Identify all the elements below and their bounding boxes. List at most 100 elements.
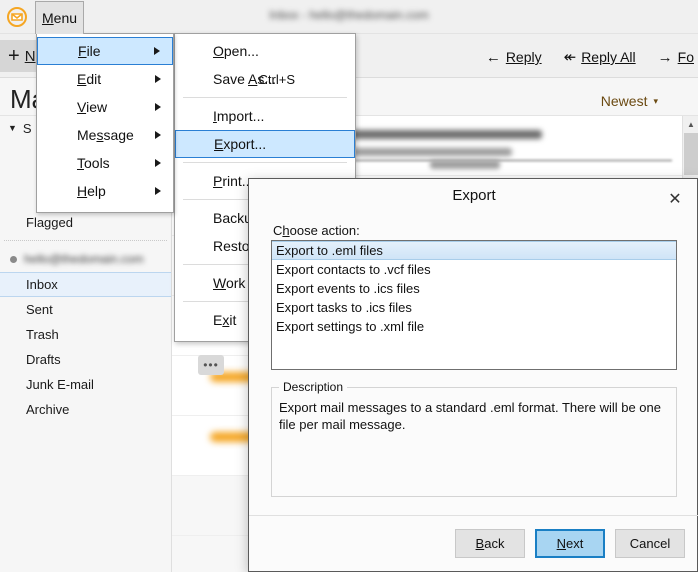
menu-item-help[interactable]: Help	[37, 177, 173, 205]
sidebar-item-label: Inbox	[26, 277, 58, 292]
listbox-option-settings-xml[interactable]: Export settings to .xml file	[272, 317, 676, 336]
listbox-option-events-ics[interactable]: Export events to .ics files	[272, 279, 676, 298]
scroll-up-icon[interactable]: ▲	[683, 116, 698, 133]
menu-item-message[interactable]: Message	[37, 121, 173, 149]
scrollbar-thumb[interactable]	[684, 133, 698, 175]
back-button[interactable]: Back	[455, 529, 525, 558]
description-text: Export mail messages to a standard .eml …	[279, 400, 661, 432]
message-meta-blur	[430, 160, 500, 169]
reply-all-arrow-icon: ↞	[563, 49, 577, 66]
export-dialog: Export ✕ Choose action: Export to .eml f…	[248, 178, 698, 572]
more-options-button[interactable]: •••	[198, 355, 224, 375]
new-message-label: N	[24, 47, 36, 65]
menu-item-view[interactable]: View	[37, 93, 173, 121]
sidebar-item-junk-email[interactable]: Junk E-mail	[0, 372, 171, 397]
reply-all-label: Reply All	[581, 49, 636, 65]
dialog-title: Export	[452, 187, 496, 204]
menu-item-file[interactable]: File	[37, 37, 173, 65]
menu-item-label: Edit	[77, 71, 102, 87]
listbox-option-label: Export contacts to .vcf files	[276, 262, 431, 277]
submenu-arrow-icon	[154, 47, 160, 55]
menu-item-tools[interactable]: Tools	[37, 149, 173, 177]
next-button[interactable]: Next	[535, 529, 605, 558]
listbox-option-label: Export tasks to .ics files	[276, 300, 412, 315]
submenu-arrow-icon	[155, 103, 161, 111]
submenu-arrow-icon	[155, 75, 161, 83]
cancel-button[interactable]: Cancel	[615, 529, 685, 558]
menu-item-label: Import...	[213, 108, 265, 124]
submenu-arrow-icon	[155, 159, 161, 167]
sidebar-item-trash[interactable]: Trash	[0, 322, 171, 347]
sort-order-label: Newest	[600, 93, 648, 109]
sidebar-divider	[4, 240, 167, 241]
app-titlebar: Inbox - hello@thedomain.com	[0, 0, 698, 34]
listbox-option-eml[interactable]: Export to .eml files	[272, 241, 676, 260]
listbox-option-label: Export settings to .xml file	[276, 319, 425, 334]
plus-icon: +	[8, 45, 20, 67]
sort-order-dropdown[interactable]: Newest ▾	[601, 93, 658, 109]
menu-item-save-as[interactable]: Save As... Ctrl+S	[175, 65, 355, 93]
submenu-arrow-icon	[155, 187, 161, 195]
reply-all-button[interactable]: ↞ Reply All	[564, 48, 636, 66]
menu-item-export[interactable]: Export...	[175, 130, 355, 158]
next-button-label: Next	[556, 536, 584, 551]
sidebar-item-label: Junk E-mail	[26, 377, 94, 392]
sidebar-item-flagged[interactable]: Flagged	[0, 210, 171, 235]
chevron-down-icon: ▾	[653, 95, 658, 106]
listbox-option-tasks-ics[interactable]: Export tasks to .ics files	[272, 298, 676, 317]
menu-separator	[183, 97, 347, 98]
sidebar-item-sent[interactable]: Sent	[0, 297, 171, 322]
main-menu-popup: File Edit View Message Tools Help	[36, 33, 174, 213]
action-listbox[interactable]: Export to .eml files Export contacts to …	[271, 240, 677, 370]
menu-item-label: File	[78, 43, 101, 59]
description-group-title: Description	[279, 380, 348, 394]
forward-arrow-icon: →	[657, 48, 673, 66]
menu-item-label: Help	[77, 183, 106, 199]
reply-label: Reply	[505, 49, 542, 65]
listbox-option-label: Export events to .ics files	[276, 281, 420, 296]
account-status-dot-icon	[10, 255, 17, 263]
reply-button[interactable]: ← Reply	[486, 49, 542, 66]
menu-separator	[183, 162, 347, 163]
dialog-footer-separator	[249, 515, 698, 516]
sidebar-item-label: Flagged	[26, 215, 73, 230]
back-button-label: Back	[475, 536, 505, 551]
dialog-button-row: Back Next Cancel	[455, 529, 685, 558]
cancel-button-label: Cancel	[629, 536, 671, 551]
menu-button-label: Menu	[41, 10, 78, 26]
sidebar-account-row[interactable]: hello@thedomain.com	[0, 246, 171, 272]
menu-item-label: Exit	[213, 312, 237, 328]
menu-item-label: Message	[77, 127, 134, 143]
app-root: Inbox - hello@thedomain.com + N ← Reply …	[0, 0, 698, 572]
submenu-arrow-icon	[155, 131, 161, 139]
menu-item-label: Open...	[213, 43, 259, 59]
menu-item-label: Tools	[77, 155, 110, 171]
window-title: Inbox - hello@thedomain.com	[269, 8, 429, 22]
reply-arrow-icon: ←	[485, 48, 501, 66]
sidebar-item-archive[interactable]: Archive	[0, 397, 171, 422]
sidebar-item-drafts[interactable]: Drafts	[0, 347, 171, 372]
menu-item-shortcut: Ctrl+S	[258, 71, 295, 87]
sidebar-item-label: Archive	[26, 402, 70, 417]
menu-button[interactable]: Menu	[35, 1, 84, 34]
sidebar-item-label: Sent	[26, 302, 53, 317]
account-email-label: hello@thedomain.com	[24, 252, 144, 266]
menu-item-import[interactable]: Import...	[175, 102, 355, 130]
chevron-down-icon: ▼	[8, 123, 17, 133]
close-icon[interactable]: ✕	[665, 189, 685, 209]
listbox-option-label: Export to .eml files	[276, 243, 383, 258]
forward-label: Fo	[677, 49, 694, 65]
forward-button[interactable]: → Fo	[658, 49, 694, 66]
menu-item-label: Export...	[214, 136, 267, 152]
choose-action-label: Choose action:	[273, 223, 360, 238]
listbox-option-vcf[interactable]: Export contacts to .vcf files	[272, 260, 676, 279]
sidebar-item-label: Trash	[26, 327, 59, 342]
menu-item-open[interactable]: Open...	[175, 37, 355, 65]
menu-item-label: View	[77, 99, 108, 115]
menu-item-label: Work	[213, 275, 246, 291]
menu-item-edit[interactable]: Edit	[37, 65, 173, 93]
message-actions: ← Reply ↞ Reply All → Fo	[486, 46, 698, 68]
sidebar-item-label: Drafts	[26, 352, 61, 367]
sidebar-section-label: S	[22, 120, 32, 136]
sidebar-item-inbox[interactable]: Inbox	[0, 272, 171, 297]
